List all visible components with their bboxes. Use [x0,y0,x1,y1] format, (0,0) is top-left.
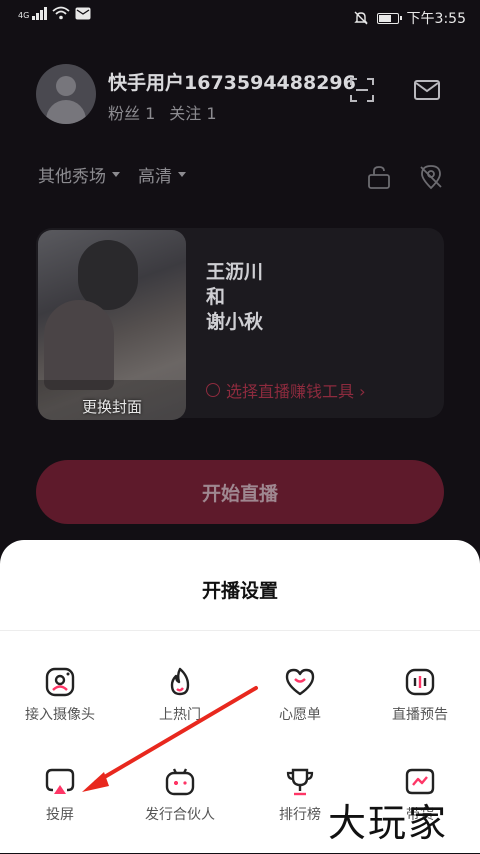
watermark: 大玩家 [328,801,449,845]
annotation-arrow [82,686,258,792]
